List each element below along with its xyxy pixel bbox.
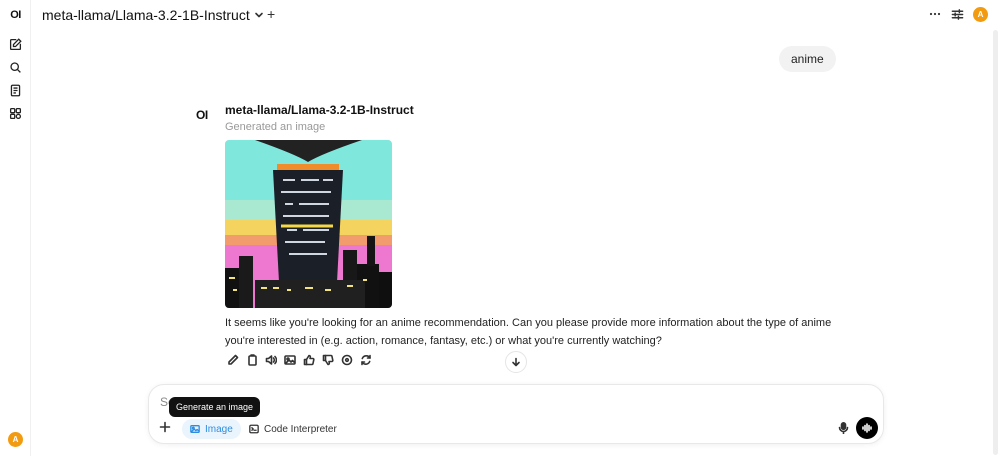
chevron-down-icon[interactable] bbox=[254, 10, 264, 20]
image-icon bbox=[190, 425, 200, 433]
terminal-icon bbox=[249, 424, 259, 434]
search-icon[interactable] bbox=[9, 61, 22, 74]
code-interpreter-toggle[interactable]: Code Interpreter bbox=[247, 419, 339, 439]
top-bar: meta-llama/Llama-3.2-1B-Instruct + A bbox=[31, 0, 1000, 32]
image-icon[interactable] bbox=[283, 353, 296, 366]
user-message-bubble: anime bbox=[779, 46, 836, 72]
more-options-icon[interactable] bbox=[928, 7, 942, 21]
user-avatar[interactable]: A bbox=[8, 432, 23, 447]
voice-mode-button[interactable] bbox=[856, 417, 878, 439]
model-selector[interactable]: meta-llama/Llama-3.2-1B-Instruct bbox=[42, 7, 250, 23]
audio-waveform-icon bbox=[862, 423, 872, 433]
notes-icon[interactable] bbox=[9, 84, 22, 97]
image-generation-toggle[interactable]: Image bbox=[182, 419, 241, 439]
code-interpreter-label: Code Interpreter bbox=[264, 423, 337, 435]
regenerate-icon[interactable] bbox=[359, 353, 372, 366]
app-logo[interactable]: OI bbox=[0, 9, 31, 21]
arrow-down-icon bbox=[512, 357, 520, 367]
workspace-icon[interactable] bbox=[9, 107, 22, 120]
add-attachment-icon[interactable] bbox=[159, 421, 171, 433]
info-icon[interactable] bbox=[340, 353, 353, 366]
image-toggle-label: Image bbox=[205, 423, 233, 435]
assistant-avatar: OI bbox=[196, 108, 208, 122]
image-tooltip: Generate an image bbox=[169, 397, 261, 417]
generation-status: Generated an image bbox=[225, 121, 326, 133]
scroll-to-bottom-button[interactable] bbox=[505, 351, 527, 373]
microphone-icon[interactable] bbox=[838, 422, 849, 434]
left-sidebar: OI A bbox=[0, 0, 31, 456]
thumbs-up-icon[interactable] bbox=[302, 353, 315, 366]
assistant-reply-text: It seems like you're looking for an anim… bbox=[225, 317, 832, 347]
add-model-button[interactable]: + bbox=[267, 6, 275, 22]
thumbs-down-icon[interactable] bbox=[321, 353, 334, 366]
controls-sliders-icon[interactable] bbox=[951, 8, 964, 21]
message-action-bar bbox=[226, 353, 372, 366]
header-user-avatar[interactable]: A bbox=[973, 7, 988, 22]
edit-icon[interactable] bbox=[226, 353, 239, 366]
read-aloud-icon[interactable] bbox=[264, 353, 277, 366]
new-chat-icon[interactable] bbox=[9, 38, 22, 51]
assistant-model-name: meta-llama/Llama-3.2-1B-Instruct bbox=[225, 103, 414, 117]
generated-image[interactable] bbox=[225, 140, 392, 308]
chat-scrollbar[interactable] bbox=[993, 30, 998, 455]
generated-anime-city-artwork bbox=[225, 140, 392, 308]
copy-icon[interactable] bbox=[245, 353, 258, 366]
